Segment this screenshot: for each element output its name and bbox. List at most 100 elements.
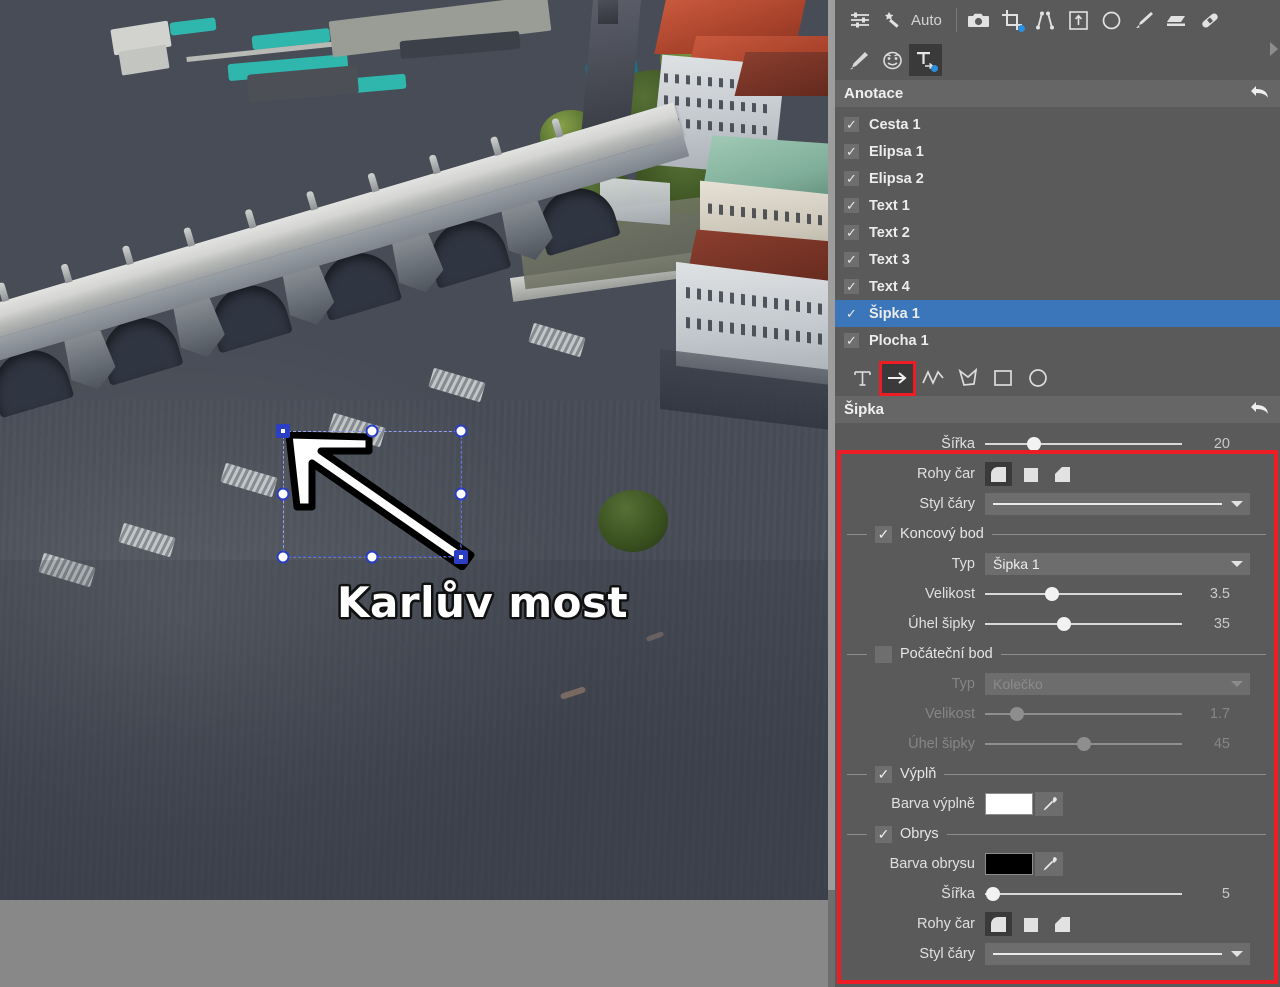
line-corner-options bbox=[985, 462, 1076, 486]
arrow-tool-icon[interactable] bbox=[879, 360, 916, 396]
canvas-scrollbar-thumb[interactable] bbox=[828, 0, 835, 890]
roof-dark-1 bbox=[734, 52, 828, 96]
annotations-section-header: Anotace bbox=[835, 80, 1280, 107]
slider-knob[interactable] bbox=[985, 887, 1000, 901]
annotation-item-text-3[interactable]: ✓ Text 3 bbox=[835, 246, 1280, 273]
crop-icon[interactable] bbox=[996, 4, 1029, 36]
visibility-checkbox[interactable]: ✓ bbox=[844, 171, 859, 186]
visibility-checkbox[interactable]: ✓ bbox=[844, 306, 859, 321]
selection-handle-start[interactable] bbox=[276, 424, 290, 438]
end-point-checkbox[interactable]: ✓ bbox=[875, 525, 892, 543]
annotation-item-elipsa-1[interactable]: ✓ Elipsa 1 bbox=[835, 138, 1280, 165]
panel-vertical-scrollbar[interactable] bbox=[1274, 450, 1280, 987]
image-canvas[interactable]: Karlův most bbox=[0, 0, 835, 987]
outline-line-style-combo[interactable] bbox=[985, 943, 1250, 965]
rotate-frame-icon[interactable] bbox=[1062, 4, 1095, 36]
property-row-start-angle: Úhel šipky 45 bbox=[835, 729, 1280, 759]
annotation-item-plocha-1[interactable]: ✓ Plocha 1 bbox=[835, 327, 1280, 354]
rectangle-tool-icon[interactable] bbox=[987, 364, 1018, 393]
annotation-item-text-4[interactable]: ✓ Text 4 bbox=[835, 273, 1280, 300]
divider-right bbox=[946, 833, 1266, 835]
fill-checkbox[interactable]: ✓ bbox=[875, 765, 892, 783]
visibility-checkbox[interactable]: ✓ bbox=[844, 117, 859, 132]
bridge-statue-7 bbox=[367, 172, 380, 193]
fill-color-swatch[interactable] bbox=[985, 793, 1033, 815]
selection-handle-tr[interactable] bbox=[454, 424, 468, 438]
width-label: Šířka bbox=[941, 436, 975, 452]
polygon-tool-icon[interactable] bbox=[952, 364, 983, 393]
line-style-combo[interactable] bbox=[985, 493, 1250, 515]
selection-bounding-box[interactable] bbox=[283, 431, 461, 557]
selection-handle-left[interactable] bbox=[276, 487, 290, 501]
annotation-item-cesta-1[interactable]: ✓ Cesta 1 bbox=[835, 111, 1280, 138]
end-size-slider[interactable] bbox=[985, 584, 1182, 604]
auto-label[interactable]: Auto bbox=[909, 12, 950, 29]
tool-active-dot bbox=[931, 65, 938, 72]
panel-expand-marker[interactable] bbox=[1270, 42, 1278, 56]
outline-color-swatch[interactable] bbox=[985, 853, 1033, 875]
clone-stamp-icon[interactable] bbox=[843, 44, 876, 76]
healing-patch-icon[interactable] bbox=[1194, 4, 1227, 36]
annotation-label: Cesta 1 bbox=[869, 116, 921, 133]
text-annotation-icon[interactable] bbox=[909, 44, 942, 76]
selection-handle-right[interactable] bbox=[454, 487, 468, 501]
bevel-corner-icon[interactable] bbox=[1049, 912, 1076, 936]
properties-title: Šipka bbox=[844, 401, 885, 418]
selection-handle-top[interactable] bbox=[365, 424, 379, 438]
slider-knob[interactable] bbox=[1076, 737, 1091, 751]
width-slider[interactable] bbox=[985, 434, 1182, 454]
visibility-checkbox[interactable]: ✓ bbox=[844, 333, 859, 348]
square-corner-icon[interactable] bbox=[1017, 462, 1044, 486]
brush-icon[interactable] bbox=[1128, 4, 1161, 36]
canvas-vertical-scrollbar[interactable] bbox=[828, 0, 835, 987]
visibility-checkbox[interactable]: ✓ bbox=[844, 225, 859, 240]
slider-knob[interactable] bbox=[1056, 617, 1071, 631]
bridge-statue-6 bbox=[305, 190, 318, 211]
end-point-label: Koncový bod bbox=[900, 526, 984, 542]
annotation-item-text-1[interactable]: ✓ Text 1 bbox=[835, 192, 1280, 219]
outline-checkbox[interactable]: ✓ bbox=[875, 825, 892, 843]
adjustments-sliders-icon[interactable] bbox=[843, 4, 876, 36]
ellipse-tool-icon[interactable] bbox=[1022, 364, 1053, 393]
end-angle-slider[interactable] bbox=[985, 614, 1182, 634]
slider-knob[interactable] bbox=[1027, 437, 1042, 451]
undo-arrow-icon[interactable] bbox=[1250, 400, 1270, 420]
start-type-combo[interactable]: Kolečko bbox=[985, 673, 1250, 695]
start-size-slider[interactable] bbox=[985, 704, 1182, 724]
round-corner-icon[interactable] bbox=[985, 912, 1012, 936]
slider-knob[interactable] bbox=[1009, 707, 1024, 721]
visibility-checkbox[interactable]: ✓ bbox=[844, 198, 859, 213]
start-angle-slider[interactable] bbox=[985, 734, 1182, 754]
gradient-icon[interactable] bbox=[1161, 4, 1194, 36]
outline-width-slider[interactable] bbox=[985, 884, 1182, 904]
eyedropper-icon[interactable] bbox=[1035, 852, 1063, 876]
annotation-item-sipka-1[interactable]: ✓ Šipka 1 bbox=[835, 300, 1280, 327]
end-type-combo[interactable]: Šipka 1 bbox=[985, 553, 1250, 575]
round-corner-icon[interactable] bbox=[985, 462, 1012, 486]
selection-handle-bottom[interactable] bbox=[365, 550, 379, 564]
eyedropper-icon[interactable] bbox=[1035, 792, 1063, 816]
magic-wand-icon[interactable] bbox=[876, 4, 909, 36]
polyline-tool-icon[interactable] bbox=[917, 364, 948, 393]
text-annotation-karluv-most[interactable]: Karlův most bbox=[337, 578, 628, 627]
slider-knob[interactable] bbox=[1044, 587, 1059, 601]
bridge-tower-spire bbox=[598, 0, 618, 24]
visibility-checkbox[interactable]: ✓ bbox=[844, 144, 859, 159]
selection-handle-end[interactable] bbox=[454, 550, 468, 564]
face-mask-icon[interactable] bbox=[876, 44, 909, 76]
text-tool-icon[interactable] bbox=[847, 364, 878, 393]
undo-arrow-icon[interactable] bbox=[1250, 84, 1270, 104]
slider-track bbox=[985, 443, 1182, 445]
bevel-corner-icon[interactable] bbox=[1049, 462, 1076, 486]
perspective-icon[interactable] bbox=[1029, 4, 1062, 36]
visibility-checkbox[interactable]: ✓ bbox=[844, 252, 859, 267]
start-point-checkbox[interactable] bbox=[875, 645, 892, 663]
annotation-item-text-2[interactable]: ✓ Text 2 bbox=[835, 219, 1280, 246]
camera-icon[interactable] bbox=[963, 4, 996, 36]
property-row-line-corners: Rohy čar bbox=[835, 459, 1280, 489]
visibility-checkbox[interactable]: ✓ bbox=[844, 279, 859, 294]
selection-handle-bl[interactable] bbox=[276, 550, 290, 564]
square-corner-icon[interactable] bbox=[1017, 912, 1044, 936]
ellipse-icon[interactable] bbox=[1095, 4, 1128, 36]
annotation-item-elipsa-2[interactable]: ✓ Elipsa 2 bbox=[835, 165, 1280, 192]
